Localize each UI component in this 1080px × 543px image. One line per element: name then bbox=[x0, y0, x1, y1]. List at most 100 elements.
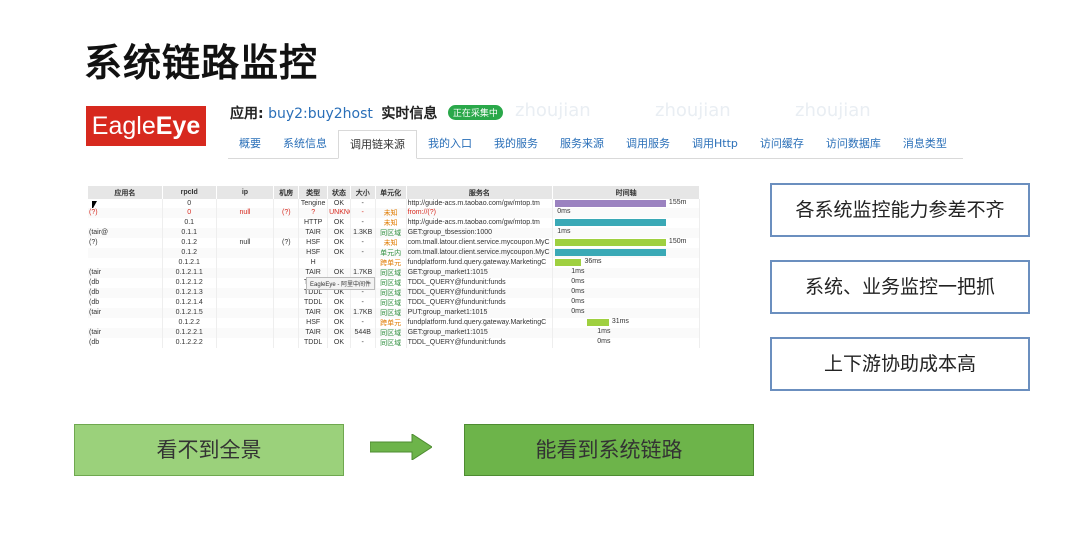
timeline-label: 0ms bbox=[571, 287, 585, 295]
table-cell bbox=[273, 247, 300, 258]
table-cell: 同区域 bbox=[375, 337, 407, 348]
table-row[interactable]: 0 Tengine OK - http://guide-acs.m.taobao.com… bbox=[88, 199, 700, 208]
tab-1[interactable]: 概要 bbox=[228, 130, 272, 158]
point-box-1: 各系统监控能力参差不齐 bbox=[770, 183, 1030, 237]
table-cell: HSF bbox=[298, 317, 329, 328]
table-cell: 0.1.2.1.1 bbox=[162, 267, 217, 278]
table-cell: GET:group_market1:1015 bbox=[406, 327, 554, 338]
table-cell bbox=[216, 317, 275, 328]
table-cell: 同区域 bbox=[375, 297, 407, 308]
tab-11[interactable]: 消息类型 bbox=[892, 130, 958, 158]
table-cell: - bbox=[350, 217, 376, 228]
timeline-bar bbox=[555, 248, 666, 256]
table-row[interactable]: (tair 0.1.2.1.1 TAIR OK 1.7KB 同区域 GET:group_ma… bbox=[88, 267, 700, 278]
timeline-cell: 155m bbox=[552, 199, 700, 208]
slide-title: 系统链路监控 bbox=[84, 41, 319, 85]
timeline-cell: 1ms bbox=[552, 267, 700, 278]
table-cell bbox=[88, 217, 163, 228]
timeline-label: 0ms bbox=[571, 307, 585, 315]
tab-7[interactable]: 调用服务 bbox=[615, 130, 681, 158]
tab-9[interactable]: 访问缓存 bbox=[749, 130, 815, 158]
column-header[interactable]: 服务名 bbox=[406, 186, 554, 199]
table-cell: 0.1.2.1.5 bbox=[162, 307, 217, 318]
table-row[interactable]: (db 0.1.2.1.4 TDDL OK - 同区域 TDDL_QUERY@funduni… bbox=[88, 297, 700, 308]
table-row[interactable]: (db 0.1.2.2.2 TDDL OK - 同区域 TDDL_QUERY@funduni… bbox=[88, 337, 700, 348]
tab-3[interactable]: 调用链来源 bbox=[338, 130, 417, 159]
table-cell: (tair bbox=[88, 307, 163, 318]
table-row[interactable]: (db 0.1.2.1.3 TDDL OK - 同区域 TDDL_QUERY@funduni… bbox=[88, 287, 700, 298]
tab-6[interactable]: 服务来源 bbox=[549, 130, 615, 158]
tab-2[interactable]: 系统信息 bbox=[272, 130, 338, 158]
watermark: zhoujian bbox=[795, 100, 871, 121]
column-header[interactable]: 大小 bbox=[350, 186, 376, 199]
table-row[interactable]: 0.1 HTTP OK - 未知 http://guide-acs.m.taobao.co… bbox=[88, 217, 700, 228]
table-cell: 0.1.1 bbox=[162, 227, 217, 238]
table-row[interactable]: 0.1.2 HSF OK - 单元内 com.tmall.latour.client.se… bbox=[88, 247, 700, 258]
table-row[interactable]: (db0.1.2.1.2TDDLOK-同区域TDDL_QUERY@funduni… bbox=[88, 277, 700, 288]
column-header[interactable]: rpcId bbox=[162, 186, 217, 199]
tab-5[interactable]: 我的服务 bbox=[483, 130, 549, 158]
table-cell: 0.1.2.2.2 bbox=[162, 337, 217, 348]
column-header[interactable]: 状态 bbox=[327, 186, 351, 199]
tab-8[interactable]: 调用Http bbox=[681, 130, 749, 158]
column-header[interactable]: 时间轴 bbox=[552, 186, 700, 199]
column-header[interactable]: ip bbox=[216, 186, 275, 199]
column-header[interactable]: 类型 bbox=[298, 186, 329, 199]
table-cell: OK bbox=[327, 199, 351, 208]
table-cell bbox=[273, 337, 300, 348]
table-cell bbox=[216, 287, 275, 298]
eagleeye-logo: EagleEye bbox=[86, 106, 206, 146]
table-cell: GET:group_market1:1015 bbox=[406, 267, 554, 278]
table-row[interactable]: (tair@ 0.1.1 TAIR OK 1.3KB 同区域 GET:group_tbses… bbox=[88, 227, 700, 238]
table-cell: null bbox=[216, 237, 275, 248]
table-row[interactable]: 0.1.2.1 H 跨单元 fundplatform.fund.query.gatew… bbox=[88, 257, 700, 268]
app-name-link[interactable]: buy2:buy2host bbox=[268, 106, 373, 122]
table-cell: 0.1.2.1.2 bbox=[162, 277, 217, 288]
table-cell: - bbox=[350, 297, 376, 308]
table-cell: 0.1.2 bbox=[162, 247, 217, 258]
table-cell: - bbox=[350, 199, 376, 208]
column-header[interactable]: 机房 bbox=[273, 186, 300, 199]
timeline-cell: 0ms bbox=[552, 207, 700, 218]
table-cell bbox=[216, 257, 275, 268]
timeline-cell: 1ms bbox=[552, 227, 700, 238]
table-cell bbox=[88, 317, 163, 328]
table-cell: OK bbox=[327, 227, 351, 238]
tab-10[interactable]: 访问数据库 bbox=[815, 130, 892, 158]
table-cell bbox=[216, 297, 275, 308]
table-cell: OK bbox=[327, 297, 351, 308]
table-cell bbox=[216, 227, 275, 238]
timeline-bar bbox=[555, 218, 666, 226]
table-cell bbox=[327, 257, 351, 268]
table-cell: null bbox=[216, 207, 275, 218]
table-cell bbox=[273, 267, 300, 278]
table-cell: (?) bbox=[273, 237, 300, 248]
table-cell: (db bbox=[88, 297, 163, 308]
table-cell: http://guide-acs.m.taobao.com/gw/mtop.tm bbox=[406, 217, 554, 228]
table-row[interactable]: 0.1.2.2 HSF OK - 跨单元 fundplatform.fund.query.… bbox=[88, 317, 700, 328]
table-cell: TDDL bbox=[298, 337, 329, 348]
timeline-label: 0ms bbox=[557, 207, 571, 215]
realtime-label: 实时信息 bbox=[381, 106, 438, 122]
column-header[interactable]: 应用名 bbox=[88, 186, 163, 199]
timeline-cell: 0ms bbox=[552, 307, 700, 318]
table-cell: GET:group_tbsession:1000 bbox=[406, 227, 554, 238]
table-cell: 0.1.2.2.1 bbox=[162, 327, 217, 338]
table-cell bbox=[216, 307, 275, 318]
timeline-label: 1ms bbox=[597, 327, 611, 335]
table-cell: (?) bbox=[273, 207, 300, 218]
table-cell: (?) bbox=[88, 207, 163, 218]
right-arrow-icon bbox=[370, 434, 432, 460]
table-cell bbox=[273, 199, 300, 208]
table-cell: 未知 bbox=[375, 237, 407, 248]
table-cell: com.tmall.latour.client.service.mycoupon… bbox=[406, 237, 554, 248]
tab-4[interactable]: 我的入口 bbox=[417, 130, 483, 158]
table-cell bbox=[88, 247, 163, 258]
table-row[interactable]: (?) 0.1.2 null (?) HSF OK - 未知 com.tmall.latour.… bbox=[88, 237, 700, 248]
column-header[interactable]: 单元化 bbox=[375, 186, 407, 199]
table-row[interactable]: (?)0null(?)?UNKNOW-未知from://(?)0ms bbox=[88, 207, 700, 218]
table-row[interactable]: (tair 0.1.2.2.1 TAIR OK 544B 同区域 GET:group_mar… bbox=[88, 327, 700, 338]
table-cell: 0.1.2.1.3 bbox=[162, 287, 217, 298]
table-row[interactable]: (tair 0.1.2.1.5 TAIR OK 1.7KB 同区域 PUT:group_ma… bbox=[88, 307, 700, 318]
table-cell bbox=[216, 337, 275, 348]
